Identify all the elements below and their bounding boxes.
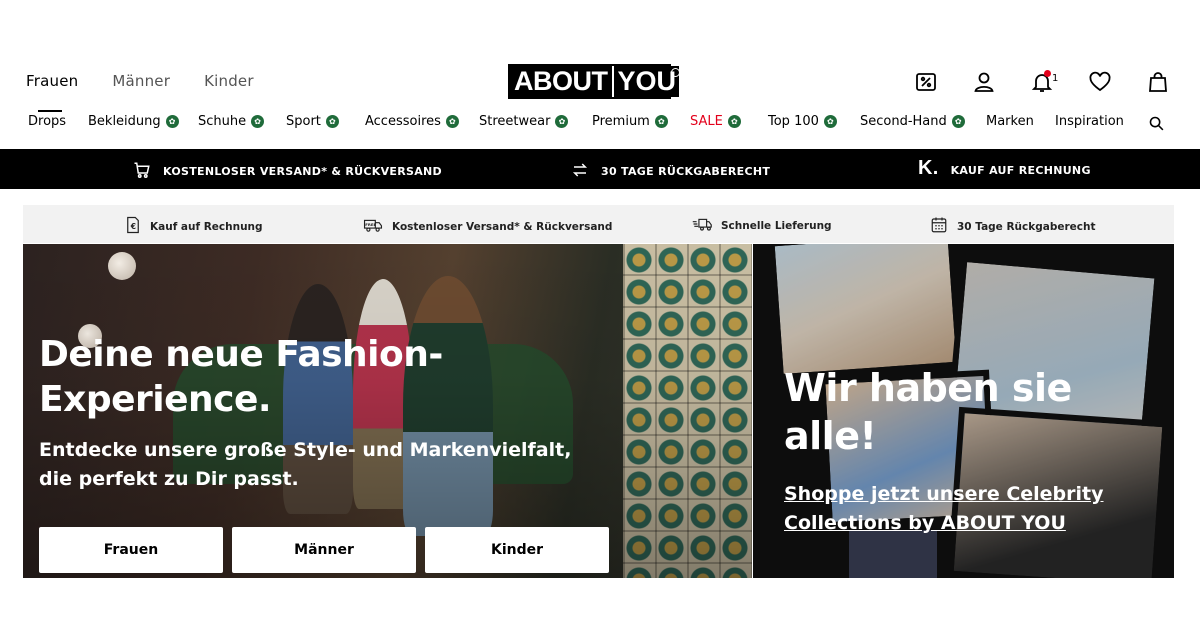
klarna-logo: K. [918,157,939,179]
search-icon[interactable] [1148,115,1165,136]
usp-grey-invoice: € Kauf auf Rechnung [125,216,263,237]
svg-text:FREE: FREE [365,222,376,227]
category-inspiration[interactable]: Inspiration [1055,114,1124,129]
category-premium[interactable]: Premium ✿ [592,114,668,129]
swap-arrows-icon [571,161,589,182]
usp-grey-returns-text: 30 Tage Rückgaberecht [957,220,1096,233]
hero-fashion-experience[interactable]: Deine neue Fashion- Experience. Entdecke… [23,244,752,578]
free-truck-icon: FREE [363,216,383,237]
usp-free-shipping: KOSTENLOSER VERSAND* & RÜCKVERSAND [133,161,442,182]
usp-grey-invoice-text: Kauf auf Rechnung [150,220,263,233]
leaf-icon: ✿ [727,115,741,128]
bag-icon[interactable] [1146,69,1200,95]
usp-invoice: K. KAUF AUF RECHNUNG [918,157,1091,180]
fast-truck-icon [692,216,712,235]
usp-invoice-text: KAUF AUF RECHNUNG [950,164,1091,177]
category-sport[interactable]: Sport ✿ [286,114,339,129]
category-nav: Drops Bekleidung ✿ Schuhe ✿ Sport ✿ Accesso… [0,110,1200,140]
tab-frauen[interactable]: Frauen [26,72,78,90]
heart-icon[interactable] [1088,69,1146,95]
leaf-icon: ✿ [823,115,837,128]
category-streetwear[interactable]: Streetwear ✿ [479,114,569,129]
usp-grey-shipping: FREE Kostenloser Versand* & Rückversand [363,216,612,237]
usp-banner-black: KOSTENLOSER VERSAND* & RÜCKVERSAND 30 TA… [0,149,1200,189]
usp-shipping-text: KOSTENLOSER VERSAND* & RÜCKVERSAND [163,165,442,178]
logo-text-about: ABOUT [510,66,612,97]
leaf-icon: ✿ [654,115,668,128]
leaf-icon: ✿ [951,115,965,128]
hero-button-maenner[interactable]: Männer [232,527,416,573]
hero-subtitle: Entdecke unsere große Style- und Markenv… [39,439,572,490]
notification-dot [1044,70,1051,77]
usp-grey-shipping-text: Kostenloser Versand* & Rückversand [392,220,613,233]
active-category-underline [38,110,62,112]
category-second-hand[interactable]: Second-Hand ✿ [860,114,965,129]
leaf-icon: ✿ [165,115,179,128]
logo-text-you: YOU [611,66,681,97]
category-sale[interactable]: SALE ✿ [690,114,741,129]
hero-button-frauen[interactable]: Frauen [39,527,223,573]
tab-kinder[interactable]: Kinder [204,72,254,90]
usp-grey-returns: 30 Tage Rückgaberecht [930,216,1095,237]
notification-count: 1 [1052,73,1059,84]
discount-icon[interactable] [914,69,972,95]
hero-button-kinder[interactable]: Kinder [425,527,609,573]
category-accessoires[interactable]: Accessoires ✿ [365,114,459,129]
header-icons: 1 [914,69,1200,95]
svg-text:€: € [130,222,136,231]
about-you-logo[interactable]: ABOUT YOU [508,64,681,99]
cart-icon [133,161,151,182]
user-icon[interactable] [972,69,1030,95]
usp-strip-grey: € Kauf auf Rechnung FREE Kostenloser Ver… [23,205,1174,243]
leaf-icon: ✿ [325,115,339,128]
hero-celebrity-collections[interactable]: Wir haben sie alle! Shoppe jetzt unsere … [753,244,1174,578]
usp-grey-delivery: Schnelle Lieferung [692,216,832,235]
category-schuhe[interactable]: Schuhe ✿ [198,114,265,129]
usp-grey-delivery-text: Schnelle Lieferung [721,219,832,232]
usp-returns-text: 30 TAGE RÜCKGABERECHT [601,165,771,178]
site-header: Frauen Männer Kinder ABOUT YOU 1 [0,50,1200,110]
usp-returns: 30 TAGE RÜCKGABERECHT [571,161,770,182]
category-drops[interactable]: Drops [28,114,66,129]
category-top-100[interactable]: Top 100 ✿ [768,114,837,129]
leaf-icon: ✿ [251,115,265,128]
gender-tabs: Frauen Männer Kinder [26,72,254,90]
bell-icon[interactable]: 1 [1030,69,1088,95]
leaf-icon: ✿ [445,115,459,128]
invoice-icon: € [125,216,141,237]
tab-maenner[interactable]: Männer [112,72,170,90]
category-marken[interactable]: Marken [986,114,1034,129]
celebrity-collections-link[interactable]: Shoppe jetzt unsere Celebrity Collection… [784,480,1104,538]
hero-right-title: Wir haben sie alle! [784,366,1072,458]
category-bekleidung[interactable]: Bekleidung ✿ [88,114,179,129]
hero-buttons: Frauen Männer Kinder [39,527,609,573]
hero-title: Deine neue Fashion- Experience. [39,334,443,420]
leaf-icon: ✿ [555,115,569,128]
calendar-icon [930,216,948,237]
